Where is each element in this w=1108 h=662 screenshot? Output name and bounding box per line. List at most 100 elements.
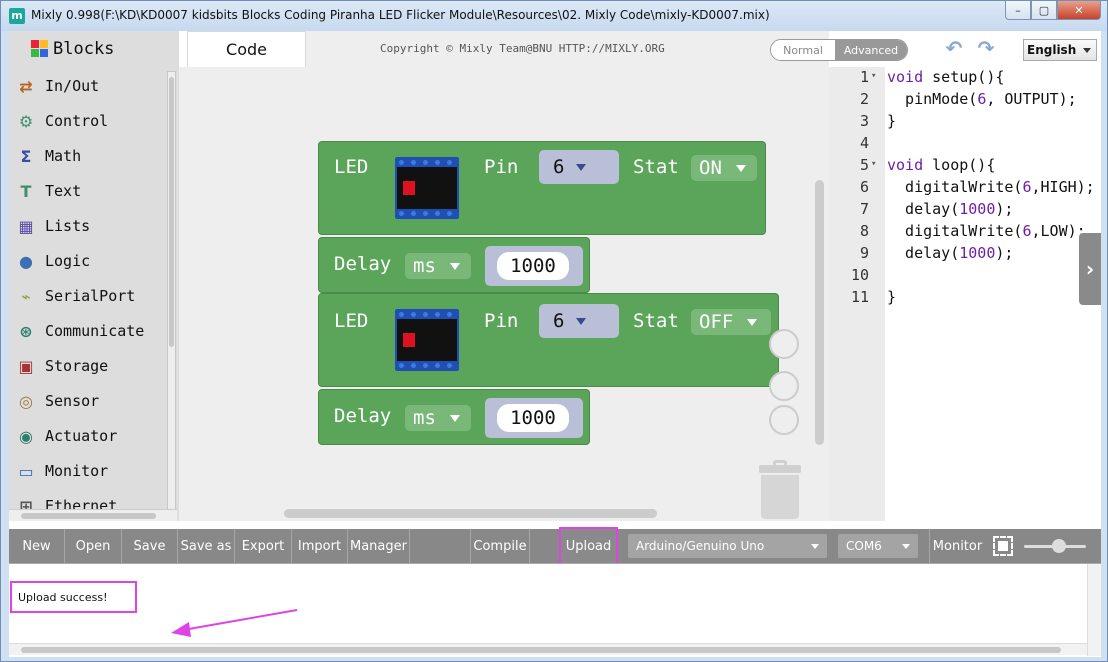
zoom-slider-handle[interactable] xyxy=(1052,539,1066,553)
compile-button[interactable]: Compile xyxy=(470,529,530,563)
stat-value: ON xyxy=(699,157,722,179)
open-button[interactable]: Open xyxy=(65,529,122,563)
delay-block[interactable]: Delay ms 1000 xyxy=(318,237,590,293)
mode-normal-option[interactable]: Normal xyxy=(771,40,835,60)
zoom-out-icon[interactable] xyxy=(769,405,799,435)
category-actuator[interactable]: ◉ Actuator xyxy=(15,422,117,450)
chevron-down-icon xyxy=(811,544,819,549)
code-text: void loop(){ xyxy=(887,156,996,174)
text-t-icon: T xyxy=(20,181,32,201)
delay-unit-dropdown[interactable]: ms xyxy=(405,405,471,431)
piranha-led-module-image xyxy=(395,309,459,371)
code-line: 11} xyxy=(829,288,1101,310)
zoom-reset-icon[interactable] xyxy=(769,329,799,359)
code-preview-panel[interactable]: 1 ▾ void setup(){2 pinMode(6, OUTPUT); 3} 4 5… xyxy=(829,67,1101,521)
blockly-workspace[interactable]: LED Pin 6 Stat ON Delay ms 1000 LED Pin … xyxy=(179,67,829,521)
console-vertical-scrollbar[interactable] xyxy=(1087,564,1101,656)
serial-icon: ⌁ xyxy=(21,286,31,306)
export-button[interactable]: Export xyxy=(235,529,292,563)
category-control[interactable]: ⚙ Control xyxy=(15,107,108,135)
upload-button[interactable]: Upload xyxy=(559,527,618,565)
board-select[interactable]: Arduino/Genuino Uno xyxy=(628,534,827,558)
delay-value-field[interactable]: 1000 xyxy=(485,398,583,438)
stat-dropdown[interactable]: ON xyxy=(691,155,757,181)
line-number: 1 xyxy=(859,68,869,86)
category-text[interactable]: T Text xyxy=(15,177,82,205)
line-number: 9 xyxy=(859,244,869,262)
category-storage[interactable]: ▣ Storage xyxy=(15,352,108,380)
code-text: delay(1000); xyxy=(887,200,1014,218)
stat-dropdown[interactable]: OFF xyxy=(691,309,771,335)
stat-label: Stat xyxy=(633,310,679,332)
pin-dropdown[interactable]: 6 xyxy=(539,304,619,338)
led-block[interactable]: LED Pin 6 Stat ON xyxy=(318,141,766,235)
output-console[interactable]: Upload success! xyxy=(9,563,1101,656)
code-line: 8 digitalWrite(6,LOW); xyxy=(829,222,1101,244)
toolbox-header: Blocks xyxy=(31,39,114,59)
lists-icon: ▦ xyxy=(18,216,34,236)
workspace-horizontal-scrollbar[interactable] xyxy=(284,509,657,518)
toolbox-horizontal-scrollbar[interactable] xyxy=(9,509,177,521)
fold-icon[interactable]: ▾ xyxy=(871,71,876,81)
code-line: 7 delay(1000); xyxy=(829,200,1101,222)
save-button[interactable]: Save xyxy=(122,529,178,563)
delay-unit-value: ms xyxy=(413,407,436,429)
annotation-arrow-icon xyxy=(171,609,298,637)
line-number: 6 xyxy=(859,178,869,196)
chevron-right-icon[interactable]: › xyxy=(1079,233,1101,305)
category-sensor[interactable]: ◎ Sensor xyxy=(15,387,99,415)
pin-label: Pin xyxy=(484,310,519,332)
delay-value[interactable]: 1000 xyxy=(497,404,569,432)
line-number: 4 xyxy=(859,134,869,152)
code-line: 3} xyxy=(829,112,1101,134)
console-horizontal-scrollbar[interactable] xyxy=(9,643,1087,655)
zoom-in-icon[interactable] xyxy=(769,371,799,401)
sensor-icon: ◎ xyxy=(19,391,33,411)
delay-value-field[interactable]: 1000 xyxy=(485,246,583,286)
category-serialport[interactable]: ⌁ SerialPort xyxy=(15,282,135,310)
fold-icon[interactable]: ▾ xyxy=(871,159,876,169)
pin-dropdown[interactable]: 6 xyxy=(539,150,619,184)
tab-code[interactable]: Code xyxy=(187,31,306,67)
minimize-button[interactable]: – xyxy=(1005,1,1031,20)
redo-icon[interactable]: ↷ xyxy=(974,37,998,59)
sigma-icon: Σ xyxy=(20,146,32,166)
monitor-button[interactable]: Monitor xyxy=(929,529,985,563)
category-in-out[interactable]: ⇄ In/Out xyxy=(15,72,99,100)
category-math[interactable]: Σ Math xyxy=(15,142,82,170)
close-button[interactable]: ✕ xyxy=(1057,1,1101,20)
code-line: 2 pinMode(6, OUTPUT); xyxy=(829,90,1101,112)
mode-advanced-option[interactable]: Advanced xyxy=(835,40,907,60)
storage-icon: ▣ xyxy=(18,356,34,376)
import-button[interactable]: Import xyxy=(292,529,348,563)
category-label: SerialPort xyxy=(45,287,136,305)
stat-value: OFF xyxy=(699,311,734,333)
led-block[interactable]: LED Pin 6 Stat OFF xyxy=(318,293,779,387)
category-logic[interactable]: ● Logic xyxy=(15,247,90,275)
undo-icon[interactable]: ↶ xyxy=(942,37,966,59)
console-message: Upload success! xyxy=(10,581,137,613)
manager-button[interactable]: Manager xyxy=(348,529,410,563)
chip-icon[interactable] xyxy=(993,536,1013,556)
category-label: In/Out xyxy=(45,77,100,95)
delay-value[interactable]: 1000 xyxy=(497,252,569,280)
save-as-button[interactable]: Save as xyxy=(178,529,235,563)
line-number: 7 xyxy=(859,200,869,218)
port-select[interactable]: COM6 xyxy=(838,534,918,558)
toolbox-vertical-scrollbar[interactable] xyxy=(167,71,176,511)
category-communicate[interactable]: ⊛ Communicate xyxy=(15,317,144,345)
maximize-button[interactable]: ▢ xyxy=(1031,1,1057,20)
chevron-down-icon xyxy=(902,544,910,549)
workspace-vertical-scrollbar[interactable] xyxy=(815,180,824,445)
language-select[interactable]: English xyxy=(1023,39,1097,61)
language-value: English xyxy=(1027,43,1077,57)
delay-unit-dropdown[interactable]: ms xyxy=(405,253,471,279)
delay-block[interactable]: Delay ms 1000 xyxy=(318,389,590,445)
app-body: Blocks ⇄ In/Out ⚙ Control Σ Math T Text ▦ Lists ● L… xyxy=(9,31,1101,657)
category-lists[interactable]: ▦ Lists xyxy=(15,212,90,240)
category-monitor[interactable]: ▭ Monitor xyxy=(15,457,108,485)
trash-icon[interactable] xyxy=(759,460,801,519)
new-button[interactable]: New xyxy=(9,529,65,563)
editor-mode-toggle[interactable]: Normal Advanced xyxy=(770,39,908,61)
code-text: digitalWrite(6,HIGH); xyxy=(887,178,1095,196)
